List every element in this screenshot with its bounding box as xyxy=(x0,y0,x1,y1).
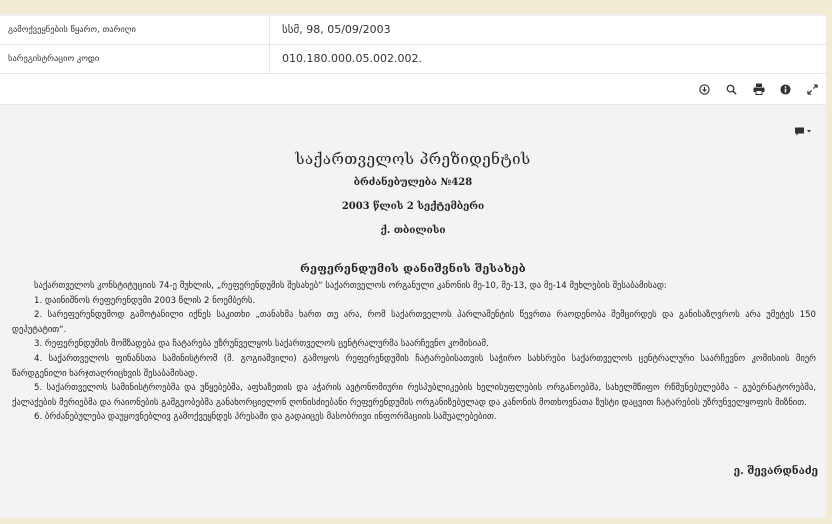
decree-paragraph: 4. საქართველოს ფინანსთა სამინისტრომ (მ. … xyxy=(12,353,816,379)
metadata-label: სარეგისტრაციო კოდი xyxy=(0,45,270,73)
download-icon xyxy=(699,83,710,95)
expand-button[interactable] xyxy=(799,76,826,102)
document-content: საქართველოს პრეზიდენტის ბრძანებულება №42… xyxy=(0,116,826,518)
comment-button[interactable] xyxy=(792,124,814,138)
decree-paragraph: 6. ბრძანებულება დაუყოვნებლივ გამოქვეყნდე… xyxy=(34,412,497,423)
metadata-table: გამოქვეყნების წყარო, თარიღი სსმ, 98, 05/… xyxy=(0,16,826,105)
decree-number: ბრძანებულება №428 xyxy=(353,177,473,188)
print-button[interactable] xyxy=(745,76,772,102)
search-icon xyxy=(726,84,737,95)
decree-city: ქ. თბილისი xyxy=(380,225,446,236)
metadata-row-code: სარეგისტრაციო კოდი 010.180.000.05.002.00… xyxy=(0,45,826,74)
metadata-row-source: გამოქვეყნების წყარო, თარიღი სსმ, 98, 05/… xyxy=(0,16,826,45)
decree-paragraph: საქართველოს კონსტიტუციის 74-ე მუხლის, „რ… xyxy=(34,281,667,291)
decree-paragraph: 1. დაინიშნოს რეფერენდუმი 2003 წლის 2 ნოე… xyxy=(34,295,256,306)
metadata-value: 010.180.000.05.002.002. xyxy=(282,52,422,65)
print-icon xyxy=(753,83,764,95)
comment-icon xyxy=(794,127,811,135)
decree-paragraph: 3. რეფერენდუმის მომზადება და ჩატარება უზ… xyxy=(34,339,489,350)
expand-icon xyxy=(807,83,818,95)
search-button[interactable] xyxy=(718,76,745,102)
top-band xyxy=(0,0,826,14)
document-title: საქართველოს პრეზიდენტის xyxy=(295,150,531,168)
metadata-value: სსმ, 98, 05/09/2003 xyxy=(282,23,391,36)
decree-paragraph: 5. საქართველოს სამინისტროებმა და უწყებებ… xyxy=(12,383,816,408)
download-button[interactable] xyxy=(691,76,718,102)
info-button[interactable] xyxy=(772,76,799,102)
document-toolbar xyxy=(0,74,826,105)
signature: ე. შევარდნაძე xyxy=(733,465,818,477)
document-frame: გამოქვეყნების წყარო, თარიღი სსმ, 98, 05/… xyxy=(0,0,832,524)
decree-heading: რეფერენდუმის დანიშვნის შესახებ xyxy=(300,262,526,275)
decree-paragraph: 2. სარეფერენდუმოდ გამოტანილი იქნეს საკით… xyxy=(12,310,816,335)
decree-date: 2003 წლის 2 სექტემბერი xyxy=(341,201,485,212)
metadata-label: გამოქვეყნების წყარო, თარიღი xyxy=(0,16,270,44)
info-icon xyxy=(780,83,791,95)
decree-body: საქართველოს კონსტიტუციის 74-ე მუხლის, „რ… xyxy=(12,279,816,425)
